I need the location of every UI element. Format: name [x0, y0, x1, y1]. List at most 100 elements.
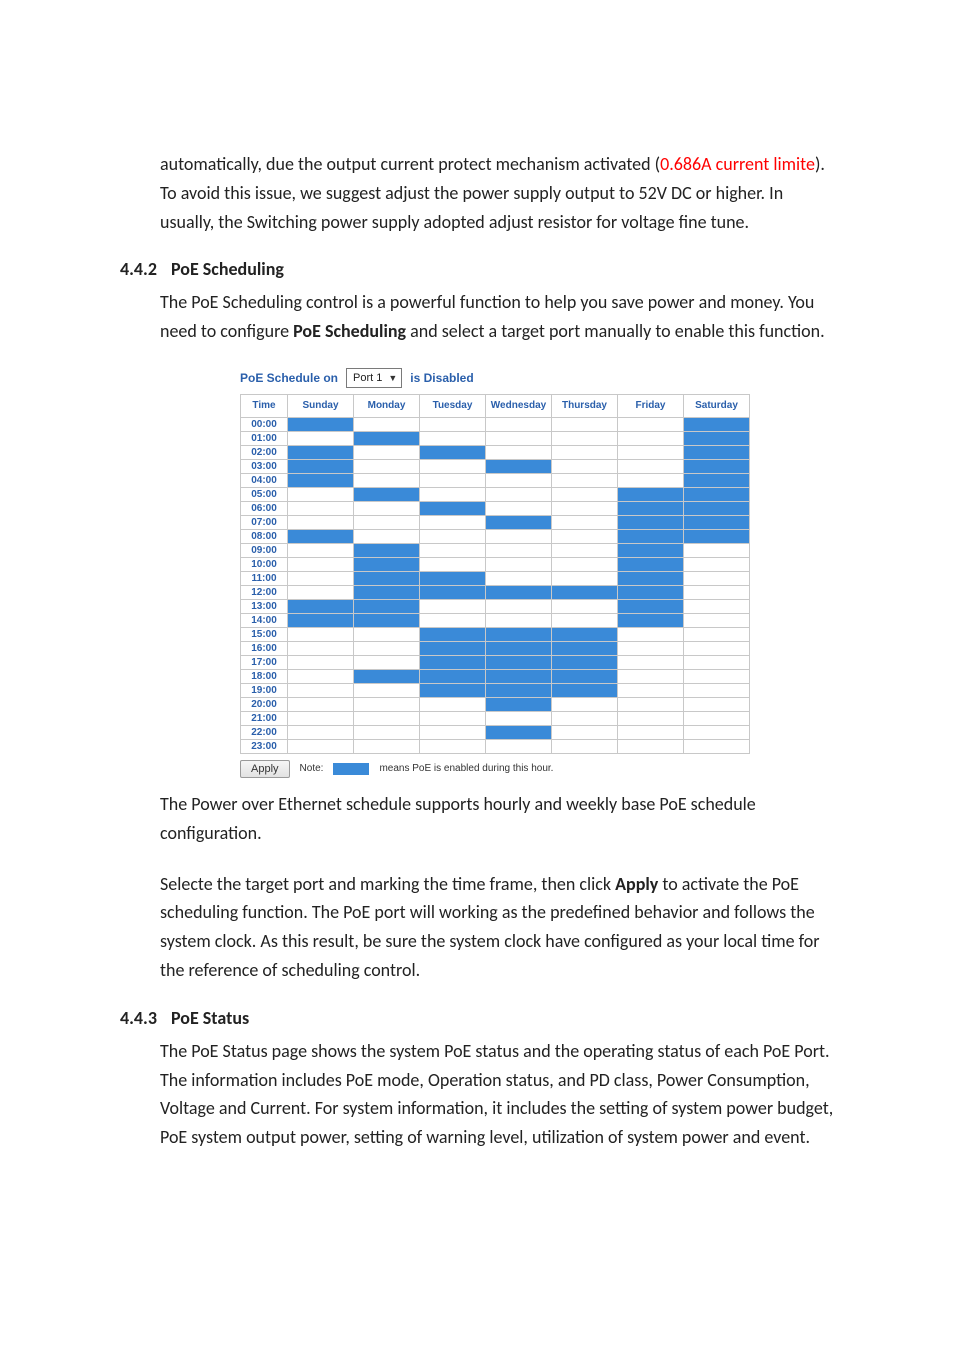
schedule-cell[interactable]: [618, 417, 684, 431]
schedule-cell[interactable]: [552, 445, 618, 459]
schedule-cell[interactable]: [618, 669, 684, 683]
schedule-cell[interactable]: [420, 655, 486, 669]
schedule-cell[interactable]: [684, 613, 750, 627]
schedule-cell[interactable]: [354, 585, 420, 599]
schedule-cell[interactable]: [684, 529, 750, 543]
schedule-cell[interactable]: [684, 543, 750, 557]
schedule-cell[interactable]: [552, 543, 618, 557]
schedule-cell[interactable]: [552, 585, 618, 599]
port-select[interactable]: Port 1 ▼: [346, 368, 402, 388]
schedule-cell[interactable]: [618, 487, 684, 501]
schedule-cell[interactable]: [354, 431, 420, 445]
schedule-cell[interactable]: [288, 487, 354, 501]
schedule-cell[interactable]: [486, 739, 552, 753]
schedule-cell[interactable]: [486, 683, 552, 697]
schedule-cell[interactable]: [354, 641, 420, 655]
schedule-cell[interactable]: [486, 501, 552, 515]
schedule-cell[interactable]: [354, 599, 420, 613]
schedule-cell[interactable]: [552, 473, 618, 487]
schedule-cell[interactable]: [354, 739, 420, 753]
schedule-cell[interactable]: [684, 725, 750, 739]
schedule-cell[interactable]: [288, 515, 354, 529]
schedule-cell[interactable]: [354, 711, 420, 725]
schedule-cell[interactable]: [618, 543, 684, 557]
schedule-cell[interactable]: [486, 655, 552, 669]
schedule-cell[interactable]: [618, 557, 684, 571]
schedule-cell[interactable]: [684, 515, 750, 529]
schedule-cell[interactable]: [552, 571, 618, 585]
schedule-cell[interactable]: [288, 445, 354, 459]
schedule-cell[interactable]: [288, 739, 354, 753]
schedule-cell[interactable]: [420, 697, 486, 711]
schedule-cell[interactable]: [288, 711, 354, 725]
schedule-cell[interactable]: [618, 585, 684, 599]
schedule-cell[interactable]: [486, 725, 552, 739]
schedule-cell[interactable]: [420, 711, 486, 725]
schedule-cell[interactable]: [354, 515, 420, 529]
schedule-cell[interactable]: [684, 711, 750, 725]
schedule-cell[interactable]: [288, 417, 354, 431]
schedule-cell[interactable]: [684, 445, 750, 459]
schedule-cell[interactable]: [552, 557, 618, 571]
schedule-cell[interactable]: [354, 669, 420, 683]
schedule-cell[interactable]: [420, 473, 486, 487]
schedule-cell[interactable]: [288, 431, 354, 445]
schedule-cell[interactable]: [552, 487, 618, 501]
schedule-cell[interactable]: [288, 725, 354, 739]
schedule-cell[interactable]: [618, 613, 684, 627]
schedule-cell[interactable]: [684, 417, 750, 431]
schedule-cell[interactable]: [618, 725, 684, 739]
schedule-cell[interactable]: [354, 627, 420, 641]
schedule-cell[interactable]: [354, 683, 420, 697]
schedule-cell[interactable]: [354, 613, 420, 627]
schedule-cell[interactable]: [288, 613, 354, 627]
schedule-cell[interactable]: [684, 669, 750, 683]
schedule-cell[interactable]: [486, 599, 552, 613]
schedule-cell[interactable]: [486, 529, 552, 543]
schedule-cell[interactable]: [552, 655, 618, 669]
schedule-cell[interactable]: [486, 627, 552, 641]
schedule-cell[interactable]: [618, 683, 684, 697]
schedule-cell[interactable]: [420, 431, 486, 445]
schedule-cell[interactable]: [552, 417, 618, 431]
schedule-cell[interactable]: [288, 557, 354, 571]
schedule-cell[interactable]: [684, 627, 750, 641]
schedule-cell[interactable]: [354, 473, 420, 487]
schedule-cell[interactable]: [552, 725, 618, 739]
schedule-cell[interactable]: [486, 571, 552, 585]
schedule-cell[interactable]: [420, 739, 486, 753]
schedule-cell[interactable]: [618, 459, 684, 473]
schedule-cell[interactable]: [420, 501, 486, 515]
schedule-cell[interactable]: [486, 487, 552, 501]
schedule-cell[interactable]: [618, 697, 684, 711]
schedule-cell[interactable]: [552, 711, 618, 725]
schedule-cell[interactable]: [288, 459, 354, 473]
schedule-cell[interactable]: [288, 683, 354, 697]
schedule-cell[interactable]: [486, 669, 552, 683]
schedule-cell[interactable]: [420, 613, 486, 627]
schedule-cell[interactable]: [684, 571, 750, 585]
schedule-cell[interactable]: [552, 613, 618, 627]
schedule-cell[interactable]: [354, 445, 420, 459]
schedule-cell[interactable]: [486, 711, 552, 725]
schedule-cell[interactable]: [354, 529, 420, 543]
schedule-cell[interactable]: [618, 599, 684, 613]
schedule-cell[interactable]: [288, 627, 354, 641]
schedule-cell[interactable]: [552, 683, 618, 697]
schedule-cell[interactable]: [420, 417, 486, 431]
schedule-cell[interactable]: [618, 431, 684, 445]
schedule-cell[interactable]: [288, 501, 354, 515]
schedule-cell[interactable]: [618, 445, 684, 459]
schedule-cell[interactable]: [552, 431, 618, 445]
schedule-cell[interactable]: [684, 487, 750, 501]
schedule-cell[interactable]: [684, 599, 750, 613]
schedule-cell[interactable]: [552, 501, 618, 515]
schedule-cell[interactable]: [288, 529, 354, 543]
schedule-cell[interactable]: [420, 669, 486, 683]
schedule-cell[interactable]: [420, 725, 486, 739]
schedule-cell[interactable]: [420, 571, 486, 585]
schedule-cell[interactable]: [288, 655, 354, 669]
schedule-cell[interactable]: [618, 739, 684, 753]
schedule-cell[interactable]: [684, 473, 750, 487]
schedule-cell[interactable]: [354, 725, 420, 739]
